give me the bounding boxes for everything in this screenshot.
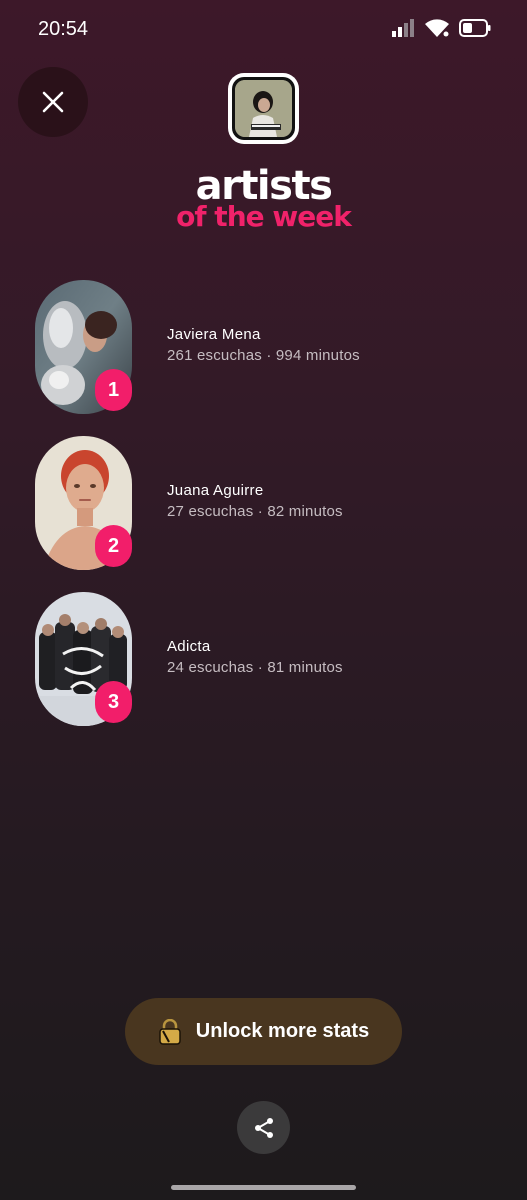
- home-indicator[interactable]: [171, 1185, 356, 1190]
- title-of-the-week: of the week: [176, 200, 352, 233]
- status-icons: [391, 18, 491, 38]
- rank-badge: 2: [95, 525, 132, 567]
- artist-stats: 24 escuchas · 81 minutos: [167, 659, 343, 676]
- artist-item-1[interactable]: 1 Javiera Mena 261 escuchas · 994 minuto…: [35, 280, 495, 414]
- wifi-icon: [425, 19, 449, 37]
- unlock-more-stats-button[interactable]: Unlock more stats: [125, 998, 402, 1065]
- artist-name: Adicta: [167, 638, 211, 655]
- lock-icon: [159, 1018, 181, 1045]
- profile-photo: [235, 80, 292, 137]
- rank-badge: 3: [95, 681, 132, 723]
- artist-item-2[interactable]: 2 Juana Aguirre 27 escuchas · 82 minutos: [35, 436, 495, 570]
- close-button[interactable]: [18, 67, 88, 137]
- profile-cover-image: [228, 73, 299, 144]
- artist-stats: 27 escuchas · 82 minutos: [167, 503, 343, 520]
- signal-icon: [392, 19, 414, 37]
- artist-name: Javiera Mena: [167, 326, 261, 343]
- artist-stats: 261 escuchas · 994 minutos: [167, 347, 360, 364]
- artist-name: Juana Aguirre: [167, 482, 264, 499]
- status-bar: 20:54: [0, 0, 527, 58]
- close-icon: [42, 91, 64, 113]
- artist-item-3[interactable]: 3 Adicta 24 escuchas · 81 minutos: [35, 592, 495, 726]
- rank-badge: 1: [95, 369, 132, 411]
- unlock-button-label: Unlock more stats: [195, 1020, 370, 1042]
- battery-icon: [459, 19, 491, 37]
- share-button[interactable]: [237, 1101, 290, 1154]
- page-title: artists of the week: [0, 166, 527, 232]
- share-icon: [254, 1117, 273, 1138]
- status-time: 20:54: [38, 18, 89, 40]
